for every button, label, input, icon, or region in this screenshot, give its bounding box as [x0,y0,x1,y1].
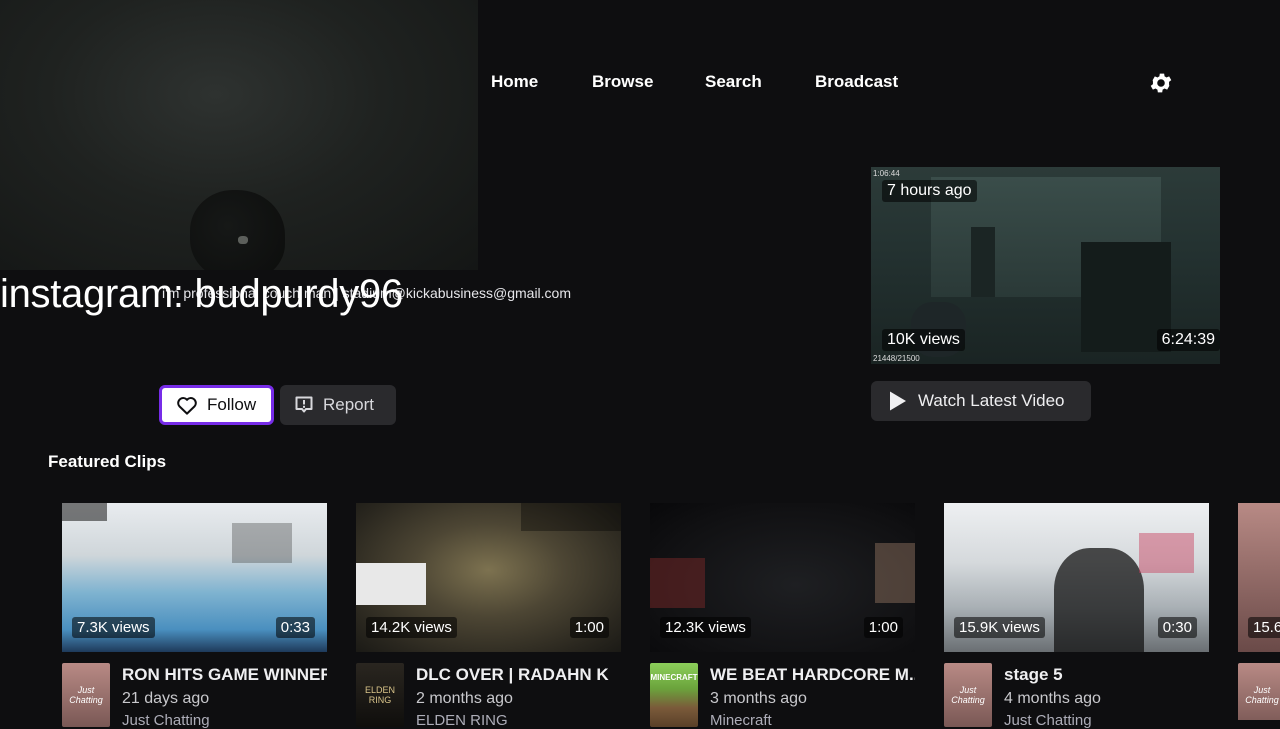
nav-home[interactable]: Home [491,72,538,92]
report-flag-icon [295,396,313,413]
category-avatar-label: MINECRAFT [650,673,698,682]
nav-search[interactable]: Search [705,72,762,92]
clip-thumbnail[interactable]: 12.3K views 1:00 [650,503,915,652]
clip-thumbnail[interactable]: 14.2K views 1:00 [356,503,621,652]
clip-views-badge: 15.9K views [954,617,1045,638]
channel-banner-video[interactable] [0,0,478,270]
clip-duration-badge: 1:00 [569,617,609,638]
follow-label: Follow [207,395,257,414]
clip-duration-badge: 1:00 [863,617,903,638]
channel-title: instagram: budpurdy96 [0,272,403,316]
follow-button[interactable]: Follow [159,385,274,425]
category-avatar[interactable]: MINECRAFT [650,663,698,727]
clip-views-badge: 14.2K views [366,617,457,638]
clip-thumbnail[interactable]: 7.3K views 0:33 [62,503,327,652]
banner-figure [190,190,285,270]
category-avatar[interactable]: Just Chatting [62,663,110,727]
thumb-hud-counter: 21448/21500 [873,354,920,363]
heart-icon [177,397,197,415]
clip-views-badge: 15.6 [1248,617,1280,638]
clip-title[interactable]: RON HITS GAME WINNER [122,665,327,685]
latest-video-thumbnail[interactable]: 1:06:44 21448/21500 7 hours ago 10K view… [871,167,1220,364]
clip-date: 21 days ago [122,690,210,707]
category-avatar[interactable]: ELDEN RING [356,663,404,727]
category-avatar-label: Just Chatting [69,685,103,705]
video-duration-badge: 6:24:39 [1156,329,1220,351]
clip-title[interactable]: stage 5 [1004,665,1063,685]
clip-views-badge: 12.3K views [660,617,751,638]
report-button[interactable]: Report [280,385,396,425]
clip-category[interactable]: Just Chatting [1004,712,1092,729]
clip-date: 3 months ago [710,690,807,707]
video-age-badge: 7 hours ago [882,180,977,202]
clip-title[interactable]: DLC OVER | RADAHN K [416,665,609,685]
banner-highlight [238,236,248,244]
category-avatar[interactable]: Just Chatting [1238,663,1280,720]
clip-date: 4 months ago [1004,690,1101,707]
video-views-badge: 10K views [882,329,965,351]
watch-latest-video-button[interactable]: Watch Latest Video [871,381,1091,421]
top-nav: Home Browse Search Broadcast [0,72,1280,96]
play-icon [890,391,906,411]
clip-views-badge: 7.3K views [72,617,155,638]
clip-card[interactable]: 15.9K views 0:30 Just Chatting stage 5 4… [944,503,1209,729]
thumb-hud-timer: 1:06:44 [873,169,900,178]
clip-date: 2 months ago [416,690,513,707]
clip-thumbnail[interactable]: 15.9K views 0:30 [944,503,1209,652]
clip-card[interactable]: 12.3K views 1:00 MINECRAFT WE BEAT HARDC… [650,503,915,729]
clip-thumbnail[interactable]: 15.6 [1238,503,1280,652]
featured-clips-heading: Featured Clips [48,452,167,471]
clip-category[interactable]: Minecraft [710,712,772,729]
clip-card[interactable]: 7.3K views 0:33 Just Chatting RON HITS G… [62,503,327,729]
clip-card-partial[interactable]: 15.6 Just Chatting [1238,503,1280,720]
category-avatar[interactable]: Just Chatting [944,663,992,727]
nav-browse[interactable]: Browse [592,72,653,92]
thumb-scene-door [971,227,995,297]
report-label: Report [323,395,375,414]
gear-icon[interactable] [1148,70,1174,96]
watch-latest-label: Watch Latest Video [918,391,1065,410]
category-avatar-label: Just Chatting [951,685,985,705]
category-avatar-label: Just Chatting [1245,685,1279,705]
clip-title[interactable]: WE BEAT HARDCORE M... [710,665,915,685]
clip-card[interactable]: 14.2K views 1:00 ELDEN RING DLC OVER | R… [356,503,621,729]
clip-category[interactable]: ELDEN RING [416,712,508,729]
clip-category[interactable]: Just Chatting [122,712,210,729]
nav-broadcast[interactable]: Broadcast [815,72,898,92]
category-avatar-label: ELDEN RING [364,685,395,705]
clip-duration-badge: 0:30 [1157,617,1197,638]
clip-duration-badge: 0:33 [275,617,315,638]
